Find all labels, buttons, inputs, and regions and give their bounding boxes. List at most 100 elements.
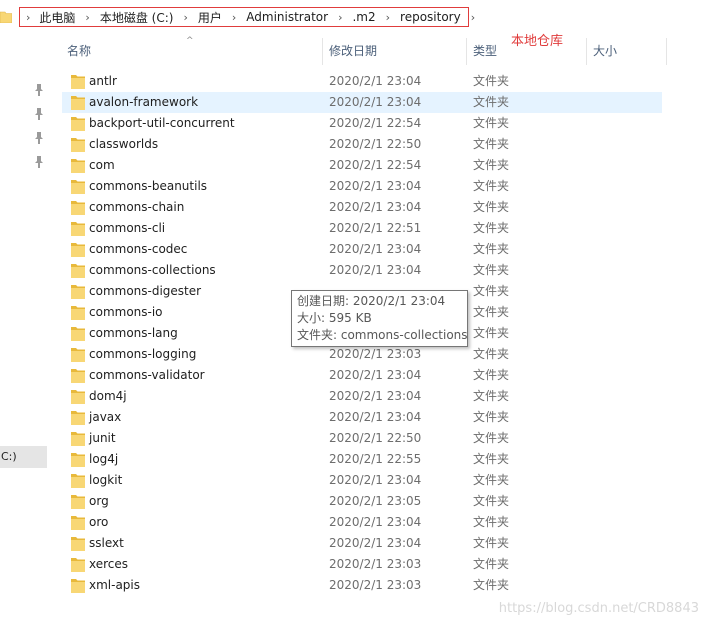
file-row[interactable]: commons-collections 2020/2/1 23:04 文件夹: [62, 260, 662, 281]
file-date: 2020/2/1 23:04: [329, 515, 422, 529]
file-row[interactable]: org 2020/2/1 23:05 文件夹: [62, 491, 662, 512]
file-row[interactable]: classworlds 2020/2/1 22:50 文件夹: [62, 134, 662, 155]
file-date: 2020/2/1 23:03: [329, 578, 422, 592]
file-row[interactable]: junit 2020/2/1 22:50 文件夹: [62, 428, 662, 449]
file-row[interactable]: backport-util-concurrent 2020/2/1 22:54 文件…: [62, 113, 662, 134]
column-divider[interactable]: [666, 38, 667, 65]
breadcrumb-administrator[interactable]: Administrator: [246, 10, 328, 24]
folder-tooltip: 创建日期: 2020/2/1 23:04 大小: 595 KB 文件夹: com…: [291, 290, 468, 347]
file-type: 文件夹: [473, 431, 510, 445]
file-name: logkit: [89, 473, 123, 487]
folder-icon: [71, 327, 85, 341]
file-date: 2020/2/1 23:04: [329, 200, 422, 214]
file-type: 文件夹: [473, 95, 510, 109]
file-type: 文件夹: [473, 200, 510, 214]
folder-icon: [71, 537, 85, 551]
chevron-right-icon[interactable]: ›: [26, 11, 30, 24]
pin-icon[interactable]: [34, 108, 44, 120]
file-name: commons-lang: [89, 326, 178, 340]
breadcrumb-local-disk[interactable]: 本地磁盘 (C:): [100, 9, 174, 26]
nav-item-local-disk[interactable]: C:): [0, 446, 47, 468]
file-name: commons-logging: [89, 347, 197, 361]
file-row[interactable]: antlr 2020/2/1 23:04 文件夹: [62, 71, 662, 92]
file-date: 2020/2/1 23:04: [329, 368, 422, 382]
file-row[interactable]: commons-beanutils 2020/2/1 23:04 文件夹: [62, 176, 662, 197]
file-row[interactable]: xml-apis 2020/2/1 23:03 文件夹: [62, 575, 662, 596]
file-type: 文件夹: [473, 221, 510, 235]
file-name: commons-validator: [89, 368, 205, 382]
file-name: javax: [89, 410, 122, 424]
file-row[interactable]: javax 2020/2/1 23:04 文件夹: [62, 407, 662, 428]
file-row[interactable]: log4j 2020/2/1 22:55 文件夹: [62, 449, 662, 470]
file-date: 2020/2/1 23:05: [329, 494, 422, 508]
breadcrumb-m2[interactable]: .m2: [352, 10, 375, 24]
chevron-right-icon[interactable]: ›: [183, 11, 187, 24]
tooltip-folders: 文件夹: commons-collections: [297, 328, 468, 342]
column-date[interactable]: 修改日期: [322, 38, 466, 65]
file-date: 2020/2/1 23:04: [329, 263, 422, 277]
pin-icon[interactable]: [34, 132, 44, 144]
file-date: 2020/2/1 22:55: [329, 452, 422, 466]
chevron-right-icon[interactable]: ›: [338, 11, 342, 24]
file-row[interactable]: logkit 2020/2/1 23:04 文件夹: [62, 470, 662, 491]
file-type: 文件夹: [473, 74, 510, 88]
file-date: 2020/2/1 22:54: [329, 116, 422, 130]
chevron-right-icon[interactable]: ›: [471, 11, 475, 24]
file-type: 文件夹: [473, 116, 510, 130]
column-name[interactable]: 名称: [60, 38, 322, 65]
file-type: 文件夹: [473, 536, 510, 550]
file-row[interactable]: oro 2020/2/1 23:04 文件夹: [62, 512, 662, 533]
file-date: 2020/2/1 23:03: [329, 347, 422, 361]
file-row[interactable]: com 2020/2/1 22:54 文件夹: [62, 155, 662, 176]
folder-icon: [71, 306, 85, 320]
breadcrumb-repository[interactable]: repository: [400, 10, 461, 24]
folder-icon: [71, 579, 85, 593]
file-name: junit: [89, 431, 116, 445]
file-date: 2020/2/1 23:04: [329, 410, 422, 424]
file-date: 2020/2/1 23:04: [329, 536, 422, 550]
folder-icon: [71, 453, 85, 467]
file-row[interactable]: dom4j 2020/2/1 23:04 文件夹: [62, 386, 662, 407]
file-name: com: [89, 158, 115, 172]
file-date: 2020/2/1 22:50: [329, 137, 422, 151]
file-row[interactable]: avalon-framework 2020/2/1 23:04 文件夹: [62, 92, 662, 113]
file-type: 文件夹: [473, 368, 510, 382]
file-name: commons-io: [89, 305, 163, 319]
file-row[interactable]: sslext 2020/2/1 23:04 文件夹: [62, 533, 662, 554]
navigation-pane: C:): [0, 30, 48, 629]
chevron-right-icon[interactable]: ›: [386, 11, 390, 24]
column-size[interactable]: 大小: [586, 38, 666, 65]
file-type: 文件夹: [473, 473, 510, 487]
file-row[interactable]: commons-cli 2020/2/1 22:51 文件夹: [62, 218, 662, 239]
file-date: 2020/2/1 22:50: [329, 431, 422, 445]
file-type: 文件夹: [473, 389, 510, 403]
chevron-right-icon[interactable]: ›: [232, 11, 236, 24]
file-type: 文件夹: [473, 452, 510, 466]
column-type[interactable]: 类型: [466, 38, 586, 65]
folder-icon: [71, 138, 85, 152]
pin-icon[interactable]: [34, 84, 44, 96]
folder-icon: [71, 348, 85, 362]
chevron-right-icon[interactable]: ›: [85, 11, 89, 24]
file-row[interactable]: commons-validator 2020/2/1 23:04 文件夹: [62, 365, 662, 386]
file-date: 2020/2/1 23:04: [329, 389, 422, 403]
breadcrumb-users[interactable]: 用户: [198, 9, 222, 26]
file-explorer-window: › 此电脑 › 本地磁盘 (C:) › 用户 › Administrator ›…: [0, 0, 707, 629]
file-type: 文件夹: [473, 347, 510, 361]
file-type: 文件夹: [473, 515, 510, 529]
folder-icon: [71, 474, 85, 488]
file-date: 2020/2/1 22:54: [329, 158, 422, 172]
file-row[interactable]: commons-chain 2020/2/1 23:04 文件夹: [62, 197, 662, 218]
file-row[interactable]: xerces 2020/2/1 23:03 文件夹: [62, 554, 662, 575]
file-type: 文件夹: [473, 263, 510, 277]
file-row[interactable]: commons-codec 2020/2/1 23:04 文件夹: [62, 239, 662, 260]
address-bar[interactable]: › 此电脑 › 本地磁盘 (C:) › 用户 › Administrator ›…: [19, 7, 475, 27]
file-row[interactable]: commons-logging 2020/2/1 23:03 文件夹: [62, 344, 662, 365]
pin-icon[interactable]: [34, 156, 44, 168]
folder-icon: [71, 117, 85, 131]
file-date: 2020/2/1 23:03: [329, 557, 422, 571]
breadcrumb-this-pc[interactable]: 此电脑: [39, 9, 75, 26]
file-name: commons-cli: [89, 221, 166, 235]
file-name: commons-beanutils: [89, 179, 208, 193]
file-name: xml-apis: [89, 578, 141, 592]
